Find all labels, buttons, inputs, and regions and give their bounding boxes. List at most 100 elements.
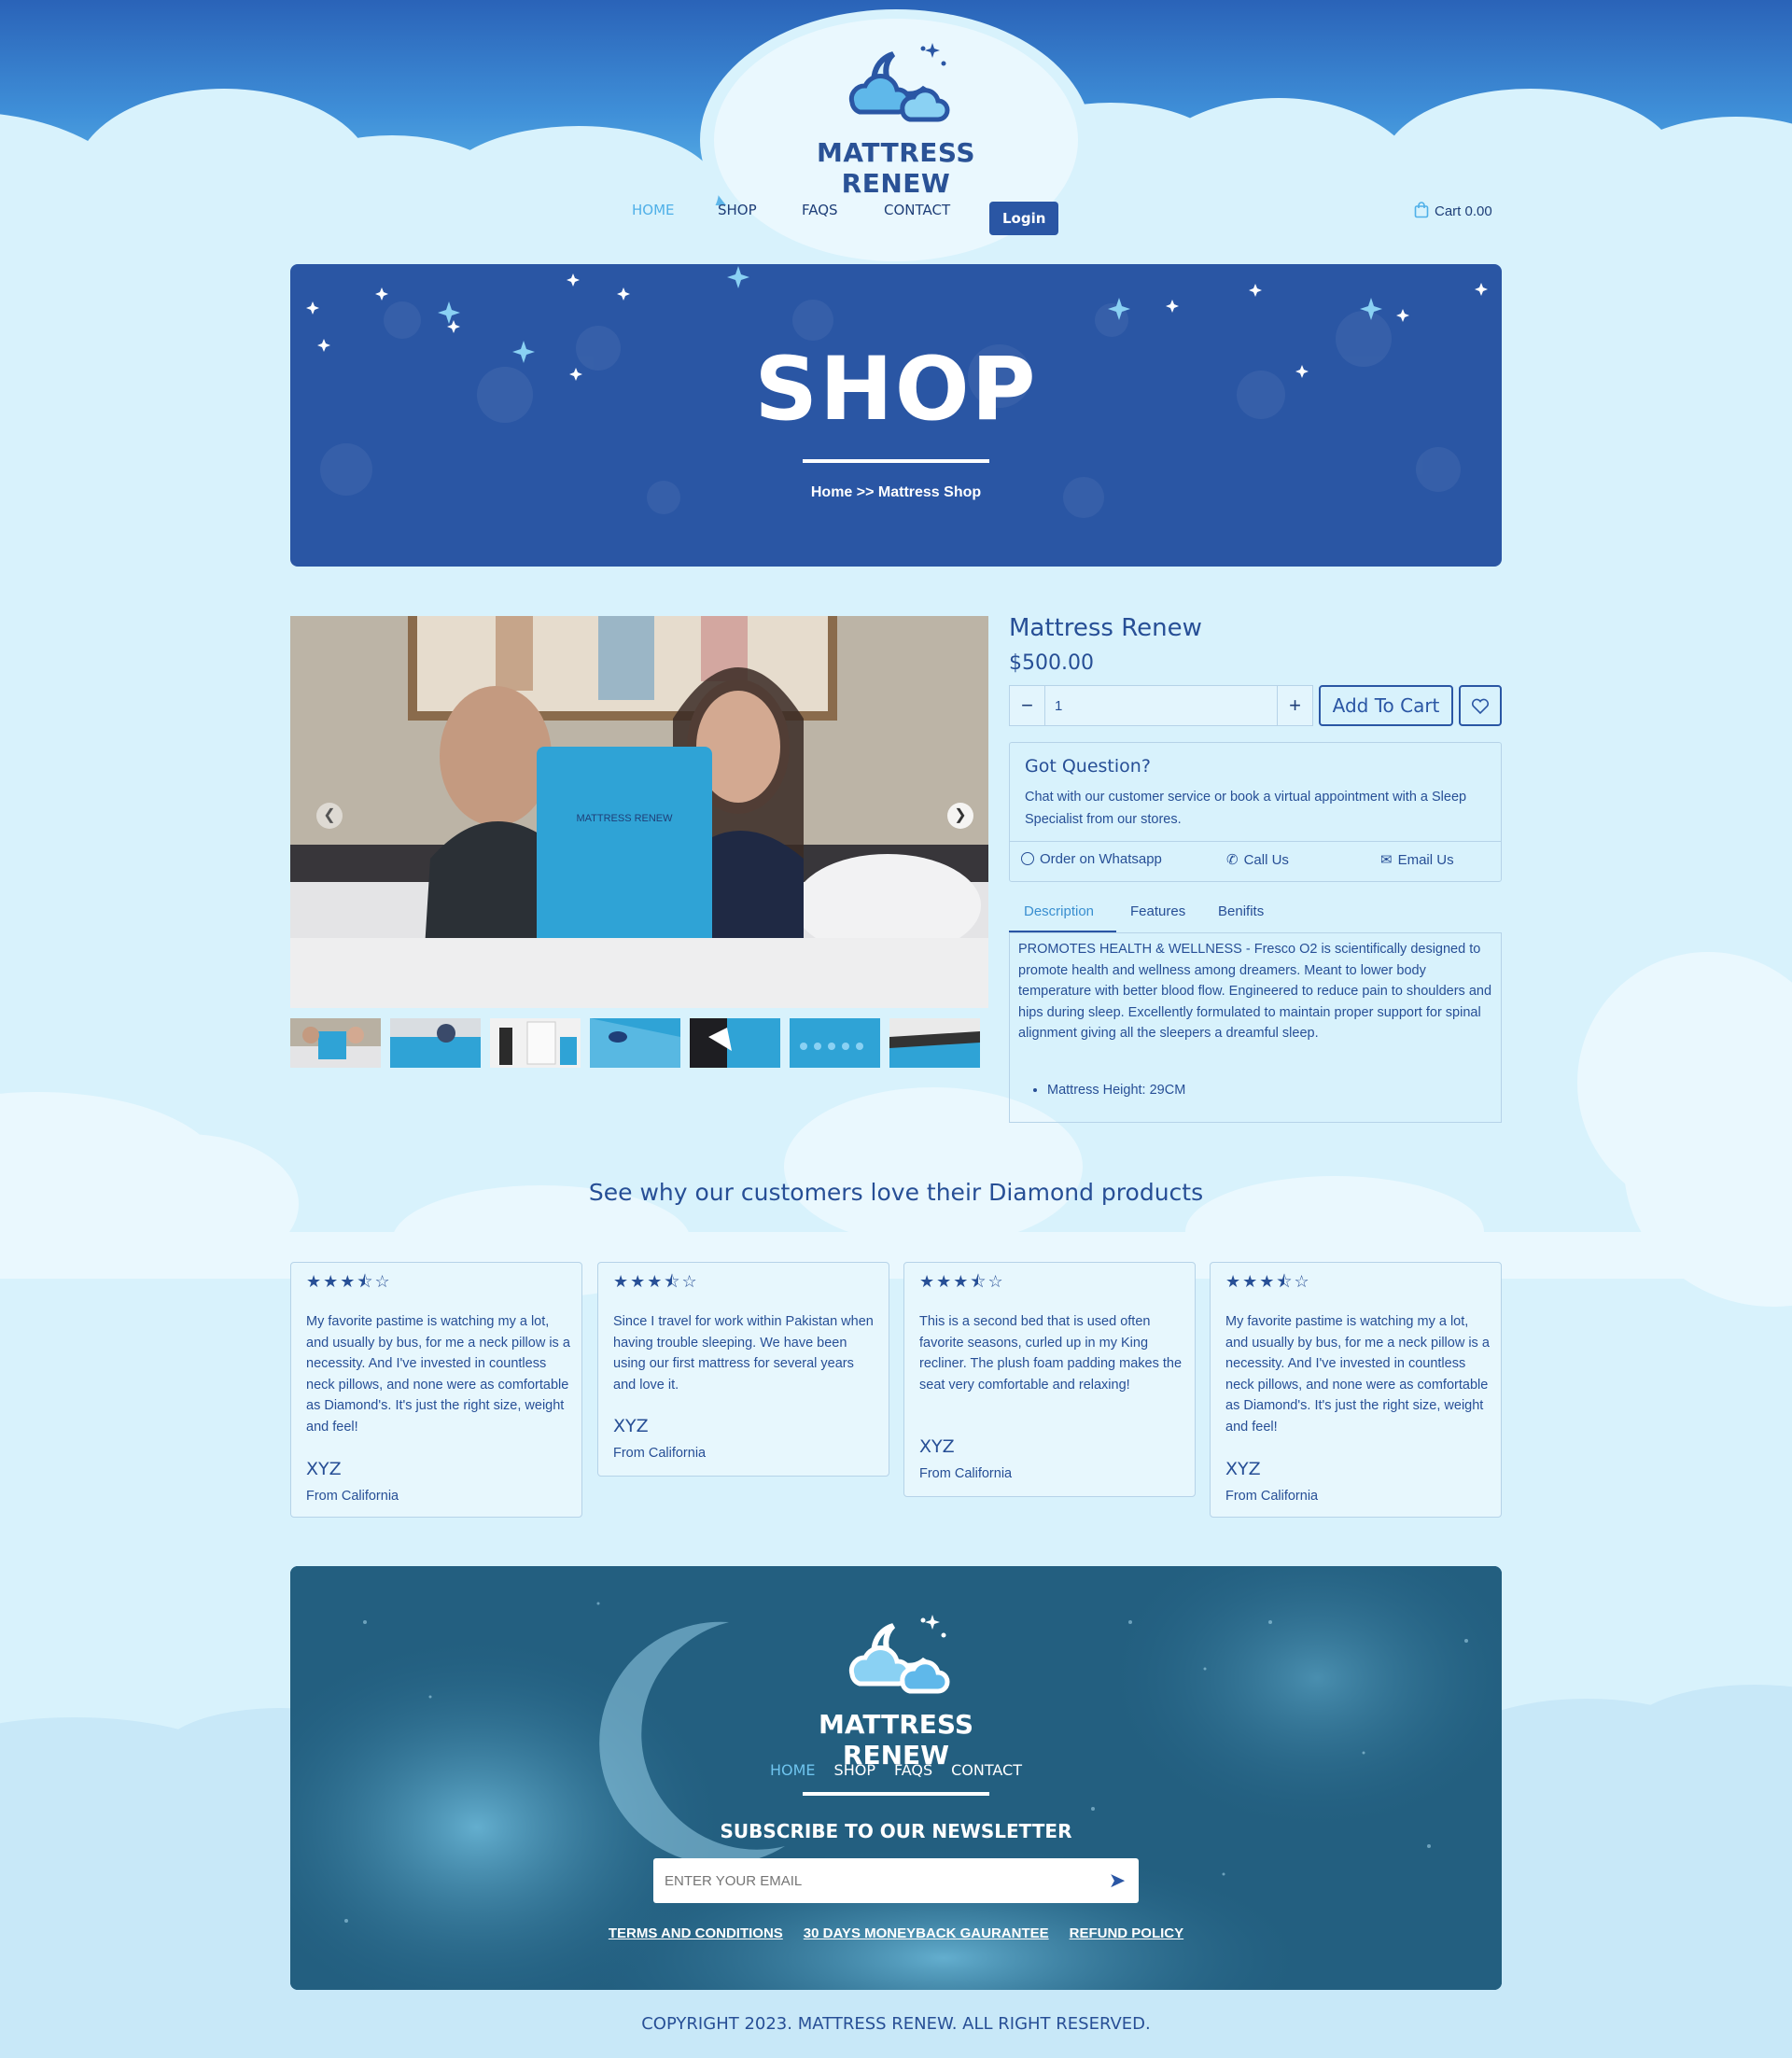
star-rating: ★★★⯪☆ (919, 1272, 1005, 1291)
review-text: My favorite pastime is watching my a lot… (1225, 1314, 1490, 1435)
review-card: ★★★⯪☆ My favorite pastime is watching my… (1210, 1262, 1502, 1518)
brand-name: MATTRESS RENEW (817, 137, 975, 199)
title-divider (803, 459, 989, 463)
terms-link[interactable]: TERMS AND CONDITIONS (609, 1925, 783, 1941)
send-arrow-icon: ➤ (1108, 1869, 1127, 1892)
description-text: PROMOTES HEALTH & WELLNESS - Fresco O2 i… (1018, 942, 1492, 1041)
order-whatsapp-link[interactable]: Order on Whatsapp (1021, 851, 1162, 867)
login-button[interactable]: Login (989, 202, 1059, 235)
divider (1010, 841, 1501, 842)
newsletter-title: SUBSCRIBE TO OUR NEWSLETTER (720, 1820, 1072, 1842)
whatsapp-icon (1021, 852, 1034, 865)
main-nav: HOME SHOP FAQS CONTACT Login Cart 0.00 (0, 198, 1792, 235)
purchase-row: − 1 + Add To Cart (1009, 685, 1502, 728)
star-rating: ★★★⯪☆ (306, 1272, 392, 1291)
site-footer: MATTRESS RENEW HOME SHOP FAQS CONTACT SUBSC… (290, 1566, 1502, 1990)
footer-nav: HOME SHOP FAQS CONTACT (290, 1761, 1502, 1780)
footer-divider (803, 1792, 989, 1796)
thumbnail[interactable] (790, 1018, 880, 1068)
whatsapp-label: Order on Whatsapp (1040, 851, 1162, 867)
thumbnail[interactable] (290, 1018, 381, 1068)
description-bullet: Mattress Height: 29CM (1047, 1083, 1185, 1098)
breadcrumb[interactable]: Home >> Mattress Shop (290, 484, 1502, 501)
active-tab-indicator (1009, 931, 1116, 932)
thumbnail[interactable] (490, 1018, 581, 1068)
question-text: Chat with our customer service or book a… (1025, 790, 1467, 827)
shop-banner: SHOP Home >> Mattress Shop (290, 264, 1502, 567)
product-photo: MATTRESS RENEW (290, 616, 988, 1008)
add-to-cart-button[interactable]: Add To Cart (1319, 685, 1453, 726)
product-main-image[interactable]: MATTRESS RENEW ❮ ❯ (290, 616, 988, 1008)
gallery-prev-button[interactable]: ❮ (316, 803, 343, 829)
call-label: Call Us (1243, 852, 1289, 868)
copyright: COPYRIGHT 2023. MATTRESS RENEW. ALL RIGH… (641, 2014, 1151, 2034)
subscribe-button[interactable]: ➤ (1103, 1867, 1131, 1895)
nav-home[interactable]: HOME (632, 202, 675, 218)
footer-nav-home[interactable]: HOME (770, 1761, 816, 1779)
newsletter-form: ➤ (653, 1858, 1139, 1903)
shopping-bag-icon (1414, 202, 1429, 218)
gallery-next-button[interactable]: ❯ (947, 803, 973, 829)
product-title: Mattress Renew (1009, 614, 1202, 642)
call-us-link[interactable]: ✆ Call Us (1226, 851, 1289, 868)
chevron-left-icon: ❮ (323, 807, 336, 823)
got-question-box: Got Question? Chat with our customer ser… (1009, 742, 1502, 882)
refund-policy-link[interactable]: REFUND POLICY (1070, 1925, 1184, 1941)
thumbnail[interactable] (690, 1018, 780, 1068)
star-rating: ★★★⯪☆ (1225, 1272, 1311, 1291)
footer-nav-faqs[interactable]: FAQS (894, 1761, 932, 1779)
description-panel: PROMOTES HEALTH & WELLNESS - Fresco O2 i… (1009, 933, 1502, 1123)
plus-icon: + (1289, 693, 1301, 717)
envelope-icon: ✉ (1380, 852, 1393, 868)
wishlist-button[interactable] (1459, 685, 1502, 726)
reviewer-location: From California (306, 1489, 399, 1504)
moneyback-link[interactable]: 30 DAYS MONEYBACK GAURANTEE (804, 1925, 1049, 1941)
thumbnail[interactable] (590, 1018, 680, 1068)
page-title: SHOP (754, 339, 1038, 441)
cart-link[interactable]: Cart 0.00 (1414, 202, 1492, 219)
review-text: This is a second bed that is used often … (919, 1314, 1183, 1393)
review-text: Since I travel for work within Pakistan … (613, 1314, 874, 1393)
nav-faqs[interactable]: FAQS (802, 202, 838, 218)
cloud-moon-logo-icon (848, 43, 950, 122)
footer-logo[interactable]: MATTRESS RENEW (769, 1609, 1023, 1771)
svg-text:MATTRESS RENEW: MATTRESS RENEW (576, 813, 673, 824)
nav-contact[interactable]: CONTACT (884, 202, 950, 218)
tab-benefits[interactable]: Benifits (1218, 903, 1264, 919)
quantity-stepper: − 1 + (1009, 685, 1313, 726)
increase-quantity-button[interactable]: + (1277, 686, 1312, 725)
review-text: My favorite pastime is watching my a lot… (306, 1314, 570, 1435)
review-card: ★★★⯪☆ This is a second bed that is used … (903, 1262, 1196, 1497)
email-input[interactable] (665, 1858, 1075, 1903)
reviewer-location: From California (1225, 1489, 1319, 1504)
reviewer-location: From California (613, 1446, 707, 1461)
reviewer-name: XYZ (306, 1459, 342, 1479)
nav-shop[interactable]: SHOP (718, 202, 757, 218)
email-us-link[interactable]: ✉ Email Us (1380, 851, 1454, 868)
footer-nav-contact[interactable]: CONTACT (951, 1761, 1022, 1779)
reviews-heading: See why our customers love their Diamond… (588, 1179, 1204, 1206)
reviewer-name: XYZ (613, 1416, 649, 1436)
email-label: Email Us (1397, 852, 1454, 868)
phone-icon: ✆ (1226, 852, 1239, 868)
thumbnail[interactable] (889, 1018, 980, 1068)
star-rating: ★★★⯪☆ (613, 1272, 699, 1291)
quantity-value[interactable]: 1 (1055, 698, 1062, 714)
tab-description[interactable]: Description (1024, 903, 1094, 919)
question-title: Got Question? (1025, 756, 1151, 777)
product-tabs: Description Features Benifits (1009, 898, 1502, 933)
cloud-moon-logo-icon (848, 1615, 950, 1694)
chevron-right-icon: ❯ (954, 807, 967, 823)
tab-features[interactable]: Features (1130, 903, 1185, 919)
reviewer-name: XYZ (1225, 1459, 1261, 1479)
heart-icon (1471, 698, 1490, 715)
reviewer-name: XYZ (919, 1436, 955, 1457)
brand-logo[interactable]: MATTRESS RENEW (769, 37, 1023, 199)
thumbnail[interactable] (390, 1018, 481, 1068)
cart-total: Cart 0.00 (1435, 203, 1492, 219)
product-info: Mattress Renew $500.00 (1009, 614, 1502, 675)
review-card: ★★★⯪☆ My favorite pastime is watching my… (290, 1262, 582, 1518)
footer-nav-shop[interactable]: SHOP (834, 1761, 875, 1779)
minus-icon: − (1021, 693, 1033, 717)
decrease-quantity-button[interactable]: − (1010, 686, 1045, 725)
